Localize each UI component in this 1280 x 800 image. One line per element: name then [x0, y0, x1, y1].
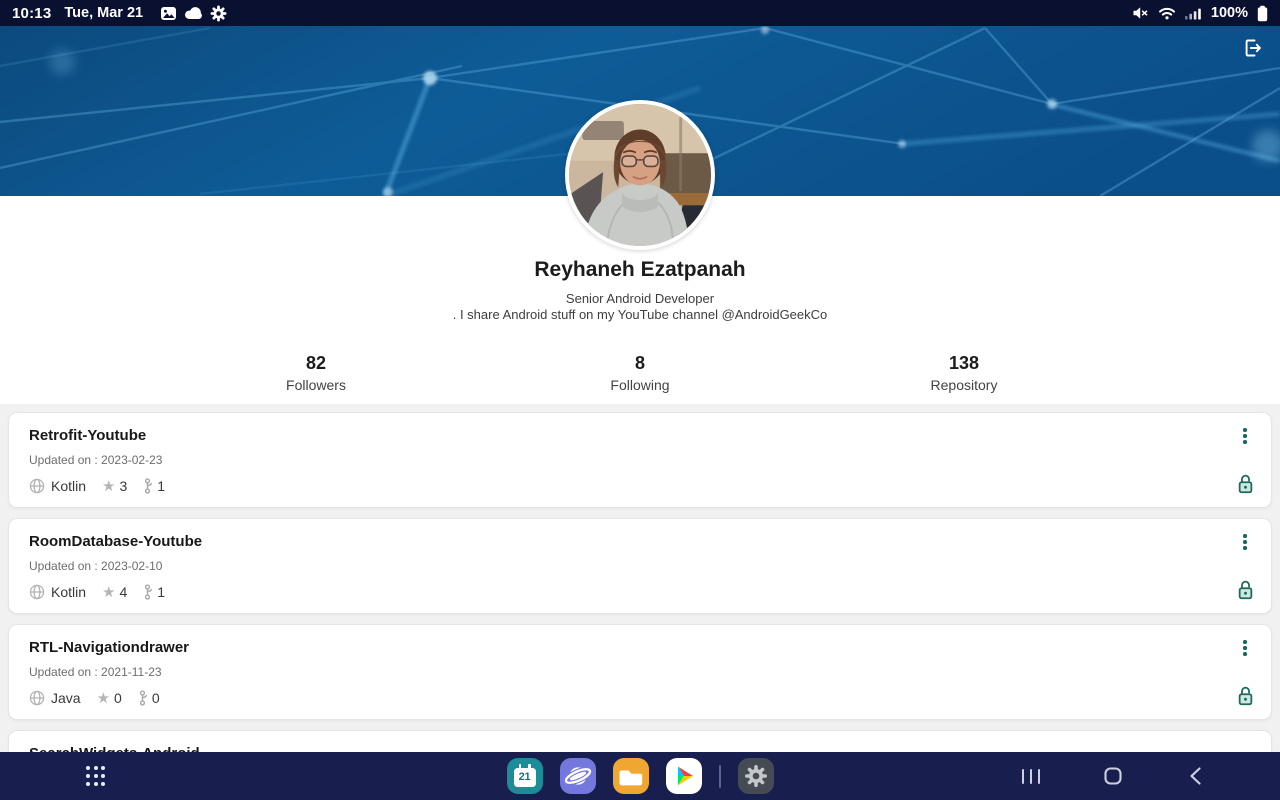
repo-stars: 3 [119, 478, 127, 494]
stat-following[interactable]: 8 Following [478, 352, 802, 394]
samsung-internet-app-icon[interactable] [560, 758, 596, 794]
calendar-day: 21 [519, 771, 531, 783]
repo-menu-button[interactable] [1241, 426, 1249, 446]
repo-meta: Kotlin ★ 4 1 [29, 583, 1234, 601]
repo-updated-date: Updated on : 2021-11-23 [29, 665, 1234, 679]
repo-card[interactable]: RoomDatabase-Youtube Updated on : 2023-0… [8, 518, 1272, 614]
status-time: 10:13 [12, 5, 51, 22]
status-bar: 10:13 Tue, Mar 21 [0, 0, 1280, 26]
cloud-icon [184, 6, 203, 20]
logout-icon [1240, 36, 1264, 60]
system-update-gear-icon [210, 5, 227, 22]
repository-count: 138 [802, 352, 1126, 374]
public-unlock-icon [1235, 684, 1256, 707]
repo-language: Kotlin [51, 584, 86, 600]
home-icon [1103, 766, 1123, 786]
play-triangle-icon [666, 758, 702, 794]
home-button[interactable] [1100, 763, 1126, 789]
repo-menu-button[interactable] [1241, 638, 1249, 658]
recents-button[interactable] [1018, 763, 1044, 789]
public-unlock-icon [1235, 578, 1256, 601]
repo-forks: 0 [152, 690, 160, 706]
wifi-icon [1158, 6, 1176, 20]
repo-name: RTL-Navigationdrawer [29, 638, 1234, 657]
repo-menu-button[interactable] [1241, 532, 1249, 552]
followers-label: Followers [154, 376, 478, 394]
fork-icon [136, 690, 149, 706]
battery-icon [1257, 5, 1268, 22]
stat-followers[interactable]: 82 Followers [154, 352, 478, 394]
repo-name: Retrofit-Youtube [29, 426, 1234, 445]
avatar [565, 100, 715, 250]
dock: 21 [507, 758, 774, 794]
public-unlock-icon [1235, 472, 1256, 495]
calendar-app-icon[interactable]: 21 [507, 758, 543, 794]
back-button[interactable] [1182, 763, 1208, 789]
following-label: Following [478, 376, 802, 394]
followers-count: 82 [154, 352, 478, 374]
star-icon: ★ [97, 689, 110, 707]
gear-icon [738, 758, 774, 794]
repo-meta: Kotlin ★ 3 1 [29, 477, 1234, 495]
back-chevron-icon [1188, 766, 1202, 786]
apps-grid-button[interactable] [86, 766, 105, 785]
language-globe-icon [29, 690, 45, 706]
repo-name: SearchWidgets-Android [29, 744, 1234, 752]
settings-app-icon[interactable] [738, 758, 774, 794]
navigation-bar: 21 [0, 752, 1280, 800]
repo-forks: 1 [157, 478, 165, 494]
planet-icon [560, 758, 596, 794]
repo-card[interactable]: SearchWidgets-Android ★ [8, 730, 1272, 752]
repo-language: Java [51, 690, 81, 706]
repo-card[interactable]: Retrofit-Youtube Updated on : 2023-02-23… [8, 412, 1272, 508]
repo-updated-date: Updated on : 2023-02-10 [29, 559, 1234, 573]
language-globe-icon [29, 478, 45, 494]
recents-icon [1022, 769, 1041, 784]
profile-photo [569, 104, 711, 246]
language-globe-icon [29, 584, 45, 600]
repo-stars: 4 [119, 584, 127, 600]
repository-label: Repository [802, 376, 1126, 394]
repo-stars: 0 [114, 690, 122, 706]
profile-title: Senior Android Developer [0, 291, 1280, 307]
stats-row: 82 Followers 8 Following 138 Repository [154, 352, 1126, 394]
play-store-app-icon[interactable] [666, 758, 702, 794]
repo-name: RoomDatabase-Youtube [29, 532, 1234, 551]
repo-card[interactable]: RTL-Navigationdrawer Updated on : 2021-1… [8, 624, 1272, 720]
signal-icon [1185, 6, 1202, 20]
tablet-screen: 10:13 Tue, Mar 21 [0, 0, 1280, 800]
folder-icon [613, 758, 649, 794]
repo-language: Kotlin [51, 478, 86, 494]
stat-repository[interactable]: 138 Repository [802, 352, 1126, 394]
fork-icon [141, 478, 154, 494]
repo-list: Retrofit-Youtube Updated on : 2023-02-23… [0, 404, 1280, 752]
status-date: Tue, Mar 21 [64, 5, 143, 21]
gallery-icon [160, 6, 177, 21]
fork-icon [141, 584, 154, 600]
star-icon: ★ [102, 583, 115, 601]
star-icon: ★ [102, 477, 115, 495]
repo-updated-date: Updated on : 2023-02-23 [29, 453, 1234, 467]
mute-icon [1132, 6, 1149, 20]
profile-bio: . I share Android stuff on my YouTube ch… [0, 307, 1280, 323]
following-count: 8 [478, 352, 802, 374]
battery-percent: 100% [1211, 5, 1248, 21]
repo-meta: Java ★ 0 0 [29, 689, 1234, 707]
my-files-app-icon[interactable] [613, 758, 649, 794]
dock-separator [719, 765, 721, 788]
logout-button[interactable] [1237, 33, 1267, 63]
repo-forks: 1 [157, 584, 165, 600]
